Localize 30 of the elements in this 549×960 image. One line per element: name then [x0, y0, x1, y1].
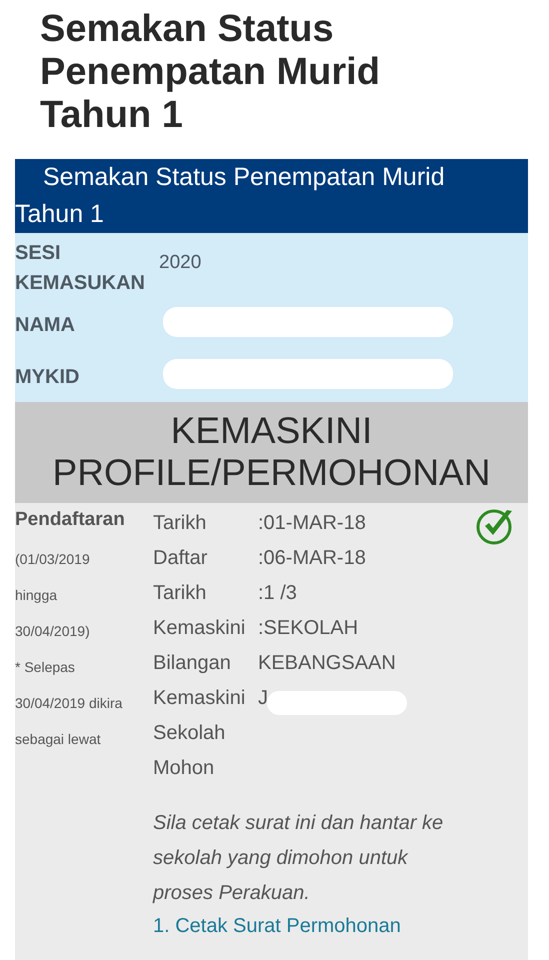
field-label: NAMA	[15, 313, 76, 338]
detail-label: Tarikh	[153, 582, 208, 605]
note-text: * Selepas	[15, 658, 76, 677]
note-text: 30/04/2019)	[15, 622, 91, 641]
instruction-text: Sila cetak surat ini dan hantar ke sekolah yang dimohon untuk proses Perakuan.	[153, 811, 444, 906]
note-text: hingga	[15, 586, 58, 605]
section-header: KEMASKINI PROFILE/PERMOHONAN	[15, 402, 528, 503]
stage-title: Pendaftaran	[15, 508, 126, 532]
field-label: MYKID	[15, 365, 80, 390]
field-value: 2020	[159, 252, 202, 274]
detail-label: Mohon	[153, 757, 216, 780]
field-label: SESI KEMASUKAN	[15, 241, 146, 296]
detail-value: :SEKOLAH	[258, 617, 358, 640]
detail-label: Daftar	[153, 547, 208, 570]
detail-value: J	[258, 687, 268, 710]
detail-value: :01-MAR-18	[258, 512, 366, 535]
page-title: Semakan Status Penempatan Murid Tahun 1	[39, 7, 381, 137]
detail-value: :1 /3	[258, 582, 297, 605]
detail-label: Kemaskini	[153, 617, 246, 640]
detail-label: Bilangan	[153, 652, 232, 675]
detail-label: Kemaskini	[153, 687, 246, 710]
note-text: sebagai lewat	[15, 730, 102, 749]
note-text: 30/04/2019 dikira	[15, 694, 124, 713]
note-text: (01/03/2019	[15, 550, 91, 569]
print-link[interactable]: 1. Cetak Surat Permohonan	[153, 915, 401, 937]
detail-value: :06-MAR-18	[258, 547, 366, 570]
panel-header: Semakan Status Penempatan Murid Tahun 1	[15, 159, 528, 233]
detail-label: Sekolah	[153, 722, 226, 745]
detail-value: KEBANGSAAN	[258, 652, 396, 675]
detail-label: Tarikh	[153, 512, 208, 535]
